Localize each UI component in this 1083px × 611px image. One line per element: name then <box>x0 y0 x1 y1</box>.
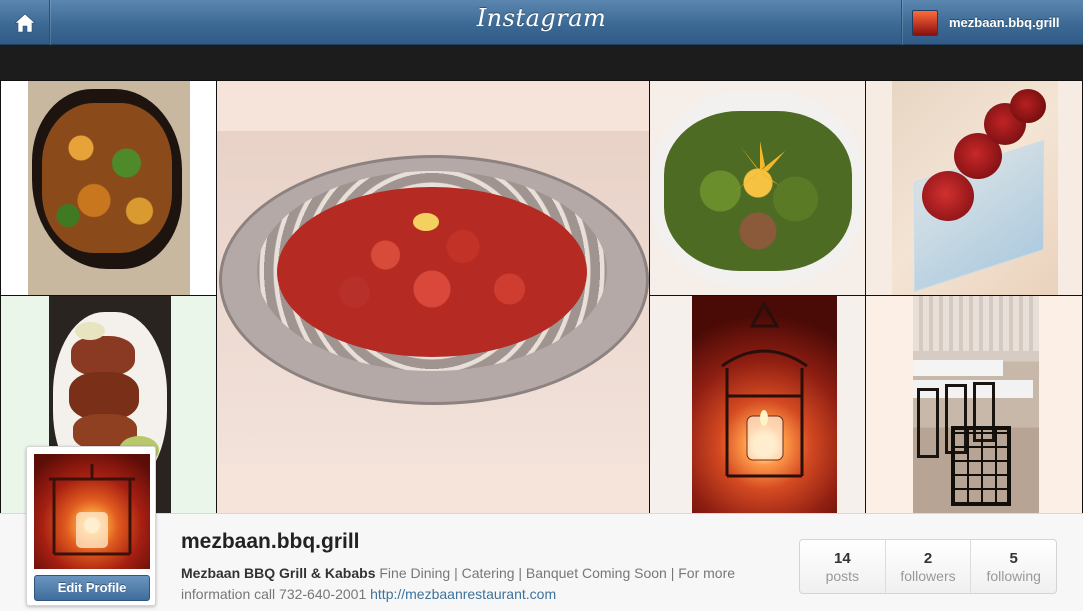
profile-avatar-card: Edit Profile <box>26 446 156 606</box>
profile-stats: 14 posts 2 followers 5 following <box>799 539 1057 594</box>
top-nav-bar: Instagram mezbaan.bbq.grill <box>0 0 1083 45</box>
profile-avatar[interactable] <box>34 454 150 569</box>
stat-posts[interactable]: 14 posts <box>800 540 885 593</box>
photo-dining-room[interactable] <box>865 295 1083 514</box>
user-avatar <box>912 9 938 36</box>
photo-salad[interactable] <box>649 80 866 296</box>
edit-profile-button[interactable]: Edit Profile <box>34 575 150 601</box>
photo-chicken-platter[interactable] <box>216 80 650 514</box>
photo-grid <box>0 80 1083 514</box>
stat-label: posts <box>825 568 860 584</box>
home-button[interactable] <box>0 0 50 45</box>
profile-username: mezbaan.bbq.grill <box>181 530 360 553</box>
stat-following[interactable]: 5 following <box>970 540 1056 593</box>
stat-followers[interactable]: 2 followers <box>884 540 971 593</box>
header-username: mezbaan.bbq.grill <box>949 15 1060 30</box>
stat-value: 5 <box>1009 550 1018 567</box>
home-icon <box>13 13 36 32</box>
header-spacer <box>0 46 1083 80</box>
stat-value: 2 <box>923 550 933 567</box>
photo-lantern[interactable] <box>649 295 866 514</box>
website-link[interactable]: http://mezbaanrestaurant.com <box>370 586 556 602</box>
photo-roses[interactable] <box>865 80 1083 296</box>
stat-label: following <box>986 568 1041 584</box>
profile-bio: Mezbaan BBQ Grill & Kababs Fine Dining |… <box>181 563 771 605</box>
stat-value: 14 <box>833 550 851 567</box>
user-menu-button[interactable]: mezbaan.bbq.grill <box>901 0 1083 45</box>
bio-name: Mezbaan BBQ Grill & Kababs <box>181 565 376 581</box>
photo-paneer-tikka[interactable] <box>0 80 217 296</box>
stat-label: followers <box>900 568 956 584</box>
